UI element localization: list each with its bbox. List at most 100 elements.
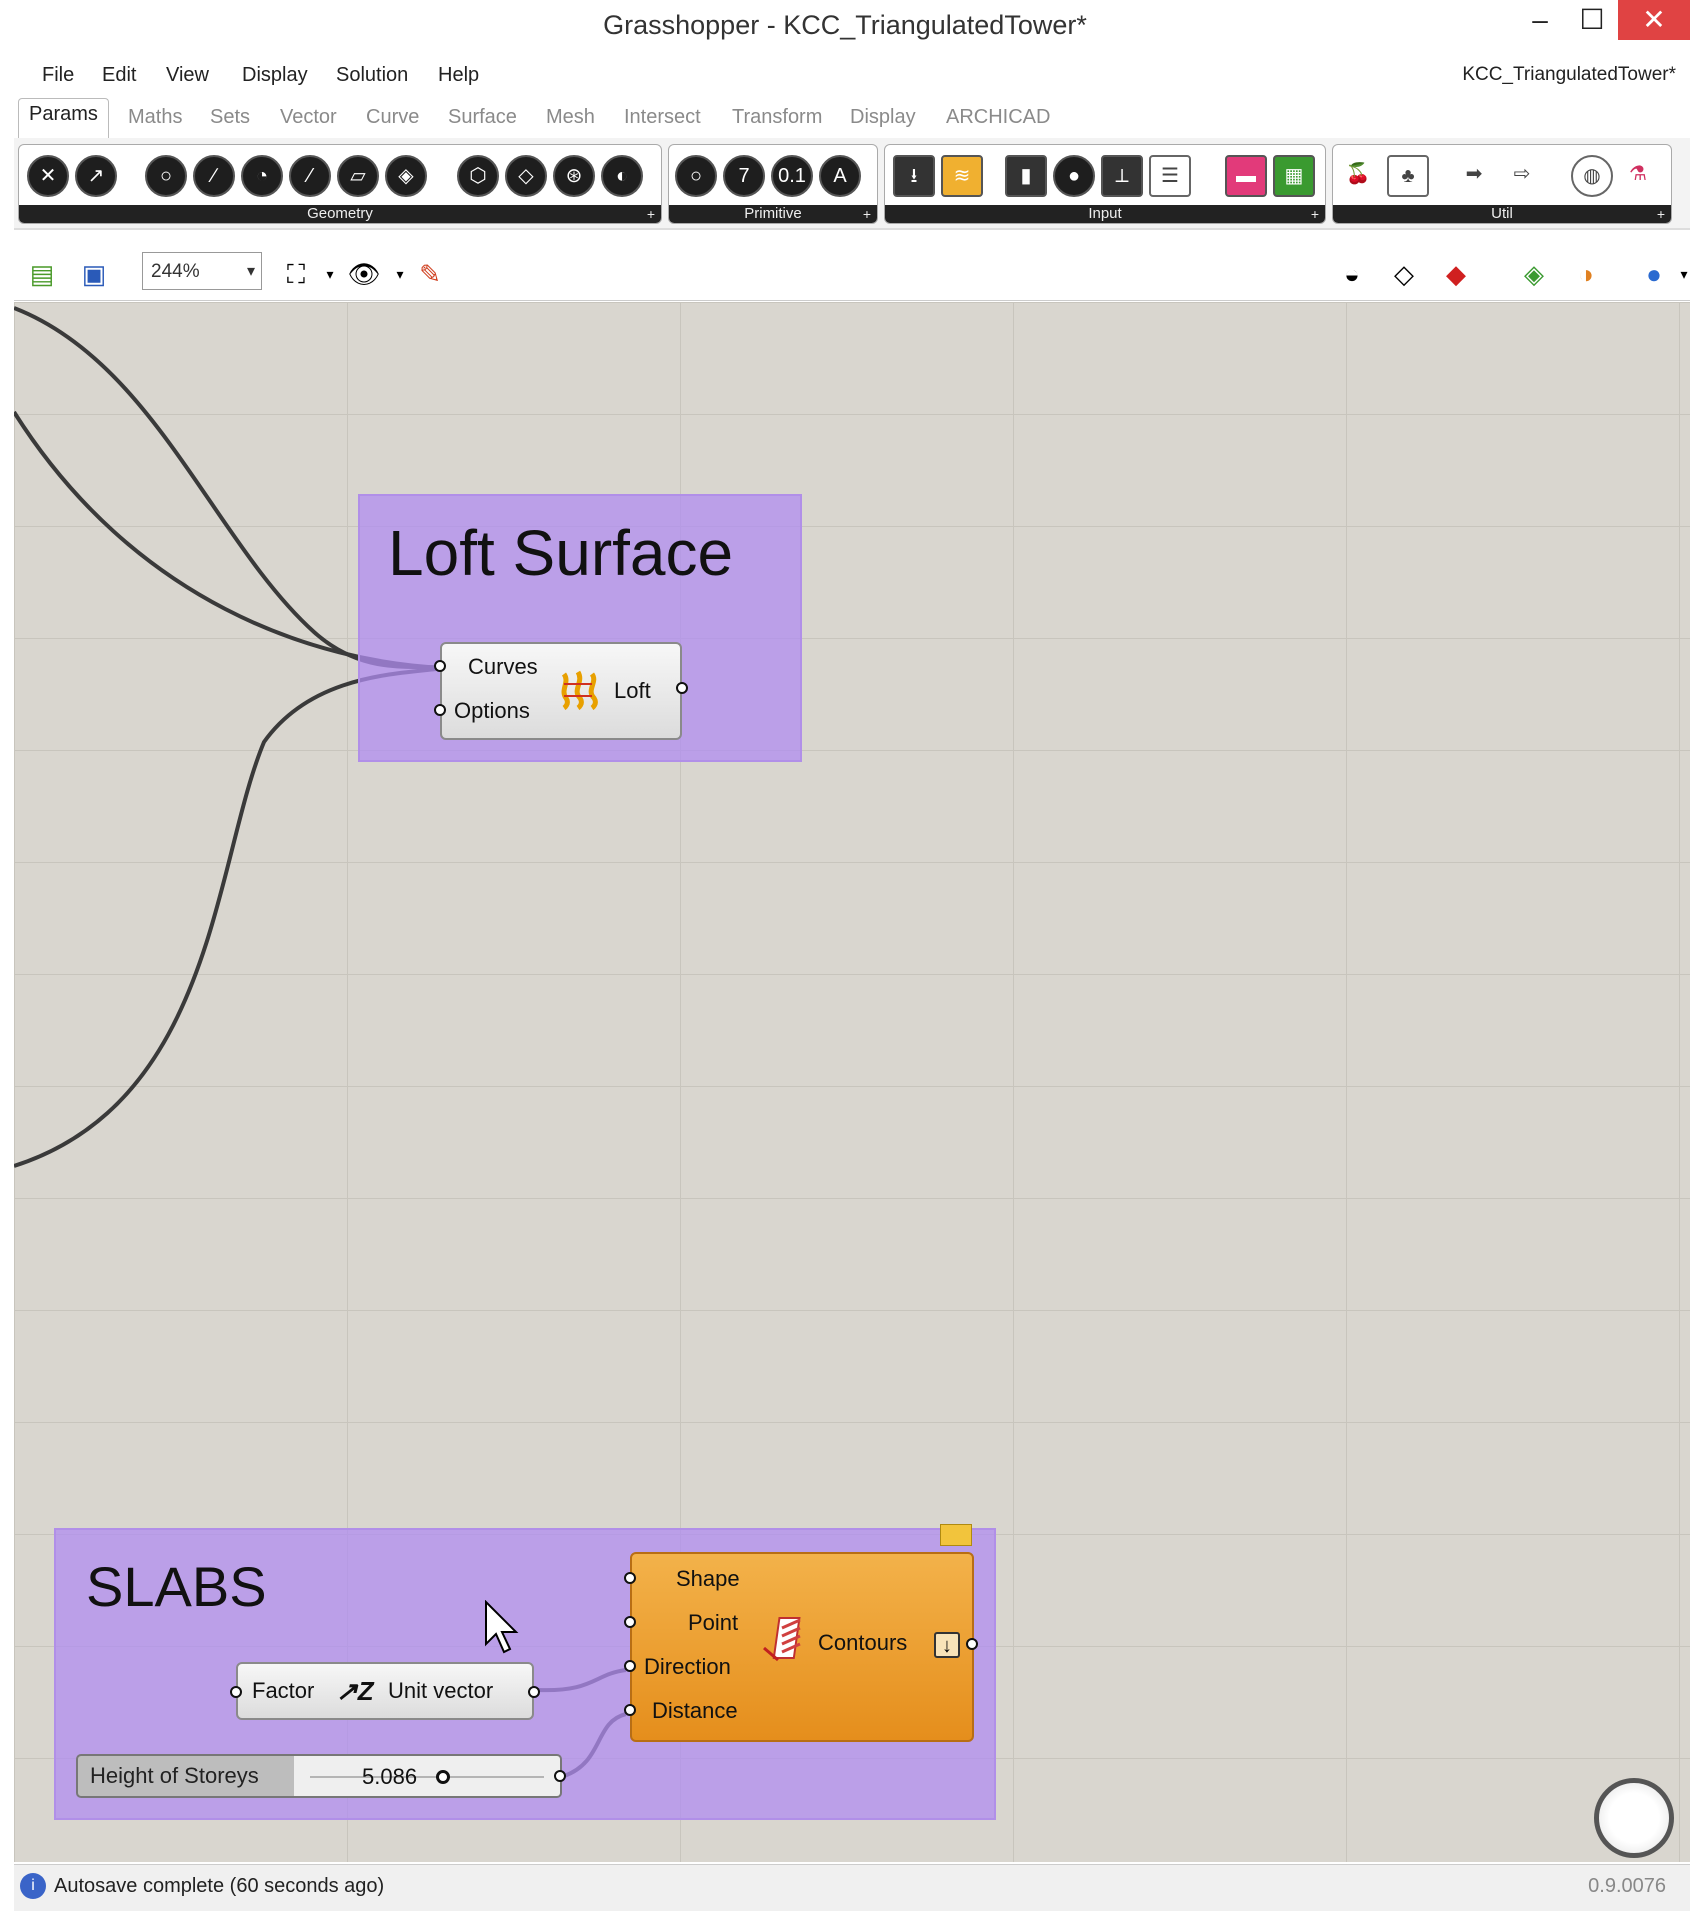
- tab-archicad[interactable]: ARCHICAD: [946, 106, 1050, 129]
- warning-balloon-icon[interactable]: [940, 1524, 972, 1546]
- boolean-param-icon[interactable]: ○: [675, 155, 717, 197]
- unit-vector-component[interactable]: Factor ↗Z Unit vector: [230, 1662, 540, 1720]
- menu-view[interactable]: View: [166, 64, 209, 87]
- flask-icon[interactable]: ⚗: [1619, 155, 1657, 193]
- slider-handle[interactable]: [436, 1770, 450, 1784]
- tab-vector[interactable]: Vector: [280, 106, 337, 129]
- input-label: Options: [454, 698, 530, 723]
- minimize-button[interactable]: –: [1512, 0, 1568, 40]
- tab-sets[interactable]: Sets: [210, 106, 250, 129]
- open-file-icon[interactable]: ▤: [22, 254, 62, 294]
- menu-file[interactable]: File: [42, 64, 74, 87]
- chevron-down-icon[interactable]: ▾: [1664, 254, 1690, 294]
- expand-icon[interactable]: +: [647, 205, 655, 223]
- output-label: Loft: [614, 678, 651, 703]
- tab-display[interactable]: Display: [850, 106, 916, 129]
- tab-surface[interactable]: Surface: [448, 106, 517, 129]
- input-port[interactable]: [624, 1572, 636, 1584]
- slider-name[interactable]: Height of Storeys: [76, 1754, 296, 1798]
- input-port[interactable]: [624, 1704, 636, 1716]
- ribbon-group-geometry: ✕ ↗ ○ ∕ ◔ ⁄ ▱ ◈ ⬡ ◇ ⊛ ◐ Geometry +: [18, 144, 662, 224]
- group-title: Loft Surface: [388, 517, 734, 589]
- relay-arrow-icon[interactable]: ⇨: [1503, 155, 1541, 193]
- geometry-param-icon[interactable]: ✕: [27, 155, 69, 197]
- number-slider[interactable]: 5.086: [294, 1754, 566, 1798]
- ribbon-group-label: Primitive: [669, 205, 877, 223]
- input-port[interactable]: [230, 1686, 242, 1698]
- ribbon-group-label: Util: [1333, 205, 1671, 223]
- transform-param-icon[interactable]: ↗: [75, 155, 117, 197]
- menu-display[interactable]: Display: [242, 64, 308, 87]
- input-port[interactable]: [434, 704, 446, 716]
- document-preview-icon[interactable]: ◑: [1566, 254, 1606, 294]
- shaded-preview-icon[interactable]: ◆: [1436, 254, 1476, 294]
- arc-param-icon[interactable]: ◔: [241, 155, 283, 197]
- contours-component[interactable]: Shape Point Direction Distance Contours …: [624, 1524, 978, 1742]
- mesh-param-icon[interactable]: ⊛: [553, 155, 595, 197]
- input-label: Factor: [252, 1678, 315, 1703]
- output-port[interactable]: [676, 682, 688, 694]
- ribbon-group-input: ⭳ ≋ ▮ ● ⟂ ☰ ▬ ▦ Input +: [884, 144, 1326, 224]
- md-slider-icon[interactable]: ▦: [1273, 155, 1315, 197]
- tab-mesh[interactable]: Mesh: [546, 106, 595, 129]
- preview-eye-icon[interactable]: 👁: [344, 254, 384, 294]
- curve-param-icon[interactable]: ∕: [193, 155, 235, 197]
- text-param-icon[interactable]: A: [819, 155, 861, 197]
- circle-param-icon[interactable]: ○: [145, 155, 187, 197]
- input-port[interactable]: [434, 660, 446, 672]
- input-label: Point: [688, 1610, 739, 1635]
- galapagos-icon[interactable]: ◍: [1571, 155, 1613, 197]
- bezier-graph-icon[interactable]: ≋: [941, 155, 983, 197]
- output-port[interactable]: [966, 1638, 978, 1650]
- wireframe-preview-icon[interactable]: ◇: [1384, 254, 1424, 294]
- output-port[interactable]: [554, 1770, 566, 1782]
- value-list-icon[interactable]: ☰: [1149, 155, 1191, 197]
- control-knob-icon[interactable]: ⟂: [1101, 155, 1143, 197]
- tab-maths[interactable]: Maths: [128, 106, 182, 129]
- grasshopper-canvas[interactable]: Loft Surface Curves Options Loft SLABS F…: [14, 302, 1690, 1862]
- surface-param-icon[interactable]: ◇: [505, 155, 547, 197]
- contour-icon: [763, 1617, 801, 1662]
- line-param-icon[interactable]: ⁄: [289, 155, 331, 197]
- menu-edit[interactable]: Edit: [102, 64, 136, 87]
- menu-solution[interactable]: Solution: [336, 64, 408, 87]
- flatten-arrow-icon: ↓: [934, 1632, 960, 1658]
- tab-curve[interactable]: Curve: [366, 106, 419, 129]
- integer-param-icon[interactable]: 7: [723, 155, 765, 197]
- close-button[interactable]: ✕: [1618, 0, 1690, 40]
- brep-param-icon[interactable]: ⬡: [457, 155, 499, 197]
- maximize-button[interactable]: ☐: [1564, 0, 1620, 40]
- tab-transform[interactable]: Transform: [732, 106, 822, 129]
- colour-swatch-icon[interactable]: ●: [1053, 155, 1095, 197]
- save-file-icon[interactable]: ▣: [74, 254, 114, 294]
- plane-param-icon[interactable]: ▱: [337, 155, 379, 197]
- gradient-icon[interactable]: ▬: [1225, 155, 1267, 197]
- output-port[interactable]: [528, 1686, 540, 1698]
- number-param-icon[interactable]: 0.1: [771, 155, 813, 197]
- tab-intersect[interactable]: Intersect: [624, 106, 701, 129]
- cherry-picker-icon[interactable]: 🍒: [1339, 155, 1377, 193]
- field-param-icon[interactable]: ◐: [601, 155, 643, 197]
- preview-off-icon[interactable]: ◒: [1332, 254, 1372, 294]
- zoom-select[interactable]: 244% ▾: [142, 252, 262, 290]
- expand-icon[interactable]: +: [863, 205, 871, 223]
- navigation-compass-icon[interactable]: [1594, 1778, 1674, 1858]
- output-label: Unit vector: [388, 1678, 494, 1703]
- slider-value: 5.086: [362, 1764, 418, 1789]
- sketch-pen-icon[interactable]: ✎: [410, 254, 450, 294]
- input-label: Distance: [652, 1698, 738, 1723]
- selected-preview-icon[interactable]: ◈: [1514, 254, 1554, 294]
- input-port[interactable]: [624, 1660, 636, 1672]
- data-dam-arrow-icon[interactable]: ➡: [1455, 155, 1493, 193]
- button-input-icon[interactable]: ▮: [1005, 155, 1047, 197]
- menu-help[interactable]: Help: [438, 64, 479, 87]
- tab-params[interactable]: Params: [18, 98, 109, 139]
- expand-icon[interactable]: +: [1311, 205, 1319, 223]
- input-port[interactable]: [624, 1616, 636, 1628]
- box-param-icon[interactable]: ◈: [385, 155, 427, 197]
- tree-icon[interactable]: ♣: [1387, 155, 1429, 197]
- expand-icon[interactable]: +: [1657, 205, 1665, 223]
- boolean-toggle-icon[interactable]: ⭳: [893, 155, 935, 197]
- loft-component[interactable]: Curves Options Loft: [434, 642, 688, 740]
- component-tabs: Params Maths Sets Vector Curve Surface M…: [14, 98, 1690, 139]
